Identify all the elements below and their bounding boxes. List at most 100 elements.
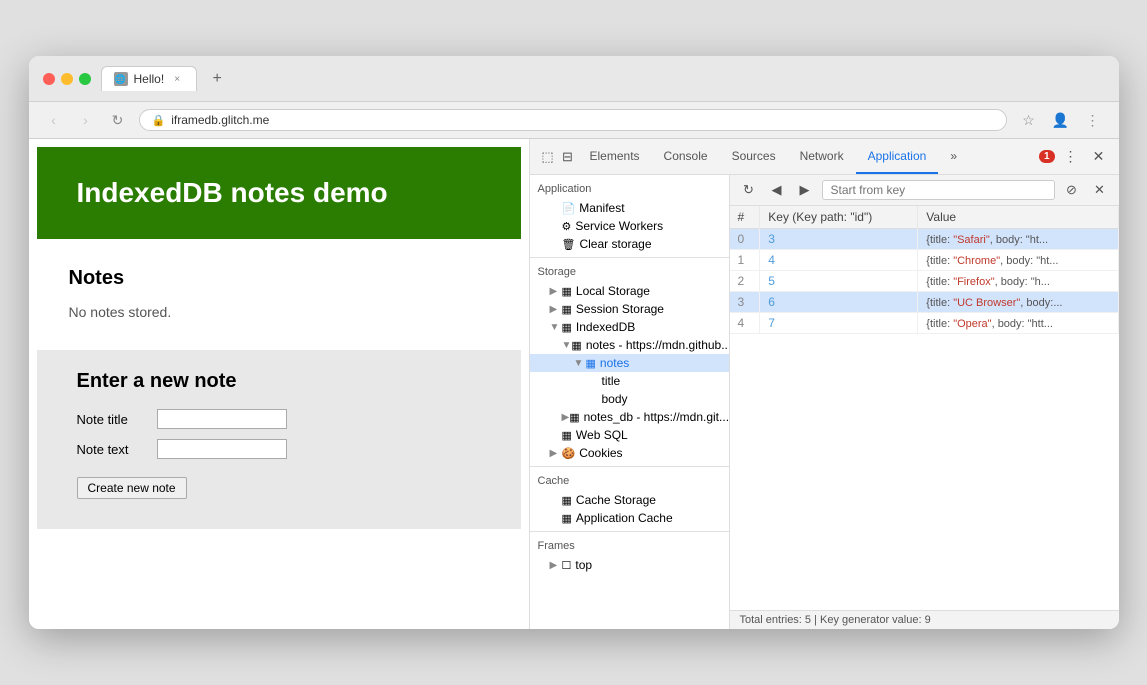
minimize-button[interactable] — [61, 73, 73, 85]
bookmark-button[interactable]: ☆ — [1017, 108, 1041, 132]
col-value: Value — [918, 206, 1118, 229]
url-bar[interactable]: 🔒 iframedb.glitch.me — [139, 109, 1007, 131]
sidebar-item-clear-storage[interactable]: 🗑 Clear storage — [530, 235, 729, 253]
cell-num: 2 — [730, 271, 760, 292]
sidebar-item-web-sql[interactable]: ▦ Web SQL — [530, 426, 729, 444]
sidebar-item-session-storage[interactable]: ▶ ▦ Session Storage — [530, 300, 729, 318]
user-profile-button[interactable]: 👤 — [1049, 108, 1073, 132]
cell-key: 5 — [760, 271, 918, 292]
next-page-button[interactable]: ▶ — [794, 179, 816, 201]
sidebar-item-notes-db[interactable]: ▼ ▦ notes - https://mdn.github... — [530, 336, 729, 354]
devtools-panel: ⬚ ⊟ Elements Console Sources Network App… — [529, 139, 1119, 629]
sidebar-item-service-workers[interactable]: ⚙ Service Workers — [530, 217, 729, 235]
top-frame-label: top — [575, 558, 592, 572]
tab-application[interactable]: Application — [856, 139, 939, 174]
devtools-main-panel: ↻ ◀ ▶ ⊘ ✕ # Key (Key pat — [730, 175, 1119, 629]
title-bar: 🌐 Hello! × + — [29, 56, 1119, 102]
sidebar-item-notes-db2[interactable]: ▶ ▦ notes_db - https://mdn.git... — [530, 408, 729, 426]
tab-sources[interactable]: Sources — [720, 139, 788, 174]
cookies-label: Cookies — [579, 446, 622, 460]
col-num: # — [730, 206, 760, 229]
sidebar-item-title-field[interactable]: title — [530, 372, 729, 390]
address-actions: ☆ 👤 ⋮ — [1017, 108, 1105, 132]
forward-button[interactable]: › — [75, 109, 97, 131]
tab-network[interactable]: Network — [788, 139, 856, 174]
tab-more[interactable]: » — [938, 139, 969, 174]
sidebar-item-indexeddb[interactable]: ▼ ▦ IndexedDB — [530, 318, 729, 336]
indexeddb-icon: ▦ — [562, 321, 572, 334]
table-row[interactable]: 03{title: "Safari", body: "ht... — [730, 229, 1119, 250]
manifest-label: Manifest — [579, 201, 624, 215]
refresh-button[interactable]: ↻ — [107, 109, 129, 131]
arrow-icon: ▼ — [562, 340, 572, 351]
clear-storage-icon: 🗑 — [562, 238, 576, 251]
no-notes-text: No notes stored. — [69, 304, 489, 320]
table-row[interactable]: 36{title: "UC Browser", body:... — [730, 292, 1119, 313]
cell-key: 7 — [760, 313, 918, 334]
sidebar-item-cache-storage[interactable]: ▦ Cache Storage — [530, 491, 729, 509]
devtools-body: Application 📄 Manifest ⚙ Service Workers… — [530, 175, 1119, 629]
tab-close-button[interactable]: × — [170, 72, 184, 86]
divider-3 — [530, 531, 729, 532]
new-tab-button[interactable]: + — [205, 67, 229, 91]
sidebar-item-manifest[interactable]: 📄 Manifest — [530, 199, 729, 217]
data-table: # Key (Key path: "id") Value 03{title: "… — [730, 206, 1119, 334]
tab-elements[interactable]: Elements — [578, 139, 652, 174]
cell-num: 4 — [730, 313, 760, 334]
divider-1 — [530, 257, 729, 258]
table-row[interactable]: 47{title: "Opera", body: "htt... — [730, 313, 1119, 334]
back-button[interactable]: ‹ — [43, 109, 65, 131]
frames-section-label: Frames — [530, 536, 729, 556]
devtools-close-button[interactable]: ✕ — [1087, 145, 1111, 169]
session-storage-label: Session Storage — [576, 302, 664, 316]
more-options-button[interactable]: ⋮ — [1081, 108, 1105, 132]
local-storage-label: Local Storage — [576, 284, 650, 298]
form-heading: Enter a new note — [77, 370, 481, 393]
manifest-icon: 📄 — [562, 202, 576, 215]
delete-button[interactable]: ✕ — [1089, 179, 1111, 201]
note-text-label: Note text — [77, 442, 147, 457]
create-note-button[interactable]: Create new note — [77, 477, 187, 499]
sidebar-item-notes-store[interactable]: ▼ ▦ notes — [530, 354, 729, 372]
clear-search-button[interactable]: ⊘ — [1061, 179, 1083, 201]
inspect-element-button[interactable]: ⬚ — [538, 147, 558, 167]
sidebar-item-local-storage[interactable]: ▶ ▦ Local Storage — [530, 282, 729, 300]
table-toolbar: ↻ ◀ ▶ ⊘ ✕ — [730, 175, 1119, 206]
table-row[interactable]: 14{title: "Chrome", body: "ht... — [730, 250, 1119, 271]
cell-value: {title: "Safari", body: "ht... — [918, 229, 1118, 250]
tab-bar: 🌐 Hello! × + — [101, 66, 1105, 91]
tab-console[interactable]: Console — [652, 139, 720, 174]
browser-window: 🌐 Hello! × + ‹ › ↻ 🔒 iframedb.glitch.me … — [29, 56, 1119, 629]
maximize-button[interactable] — [79, 73, 91, 85]
cell-key: 6 — [760, 292, 918, 313]
sidebar-item-cookies[interactable]: ▶ 🍪 Cookies — [530, 444, 729, 462]
indexeddb-label: IndexedDB — [576, 320, 635, 334]
table-row[interactable]: 25{title: "Firefox", body: "h... — [730, 271, 1119, 292]
arrow-icon: ▶ — [550, 560, 562, 571]
browser-tab[interactable]: 🌐 Hello! × — [101, 66, 198, 91]
note-title-label: Note title — [77, 412, 147, 427]
note-text-input[interactable] — [157, 439, 287, 459]
start-key-input[interactable] — [822, 180, 1055, 200]
data-table-wrap: # Key (Key path: "id") Value 03{title: "… — [730, 206, 1119, 610]
sidebar-item-body-field[interactable]: body — [530, 390, 729, 408]
arrow-icon: ▶ — [550, 448, 562, 459]
refresh-table-button[interactable]: ↻ — [738, 179, 760, 201]
tab-title: Hello! — [134, 72, 165, 86]
note-title-row: Note title — [77, 409, 481, 429]
body-field-label: body — [602, 392, 628, 406]
sidebar-item-top-frame[interactable]: ▶ ☐ top — [530, 556, 729, 574]
app-cache-label: Application Cache — [576, 511, 673, 525]
device-toggle-button[interactable]: ⊟ — [558, 147, 578, 167]
close-button[interactable] — [43, 73, 55, 85]
notes-db2-label: notes_db - https://mdn.git... — [584, 410, 729, 424]
table-header-row: # Key (Key path: "id") Value — [730, 206, 1119, 229]
tab-favicon: 🌐 — [114, 72, 128, 86]
sidebar-item-app-cache[interactable]: ▦ Application Cache — [530, 509, 729, 527]
prev-page-button[interactable]: ◀ — [766, 179, 788, 201]
devtools-settings-button[interactable]: ⋮ — [1059, 145, 1083, 169]
devtools-toolbar: ⬚ ⊟ Elements Console Sources Network App… — [530, 139, 1119, 175]
devtools-actions: 1 ⋮ ✕ — [1039, 145, 1111, 169]
note-title-input[interactable] — [157, 409, 287, 429]
arrow-icon: ▼ — [550, 322, 562, 333]
